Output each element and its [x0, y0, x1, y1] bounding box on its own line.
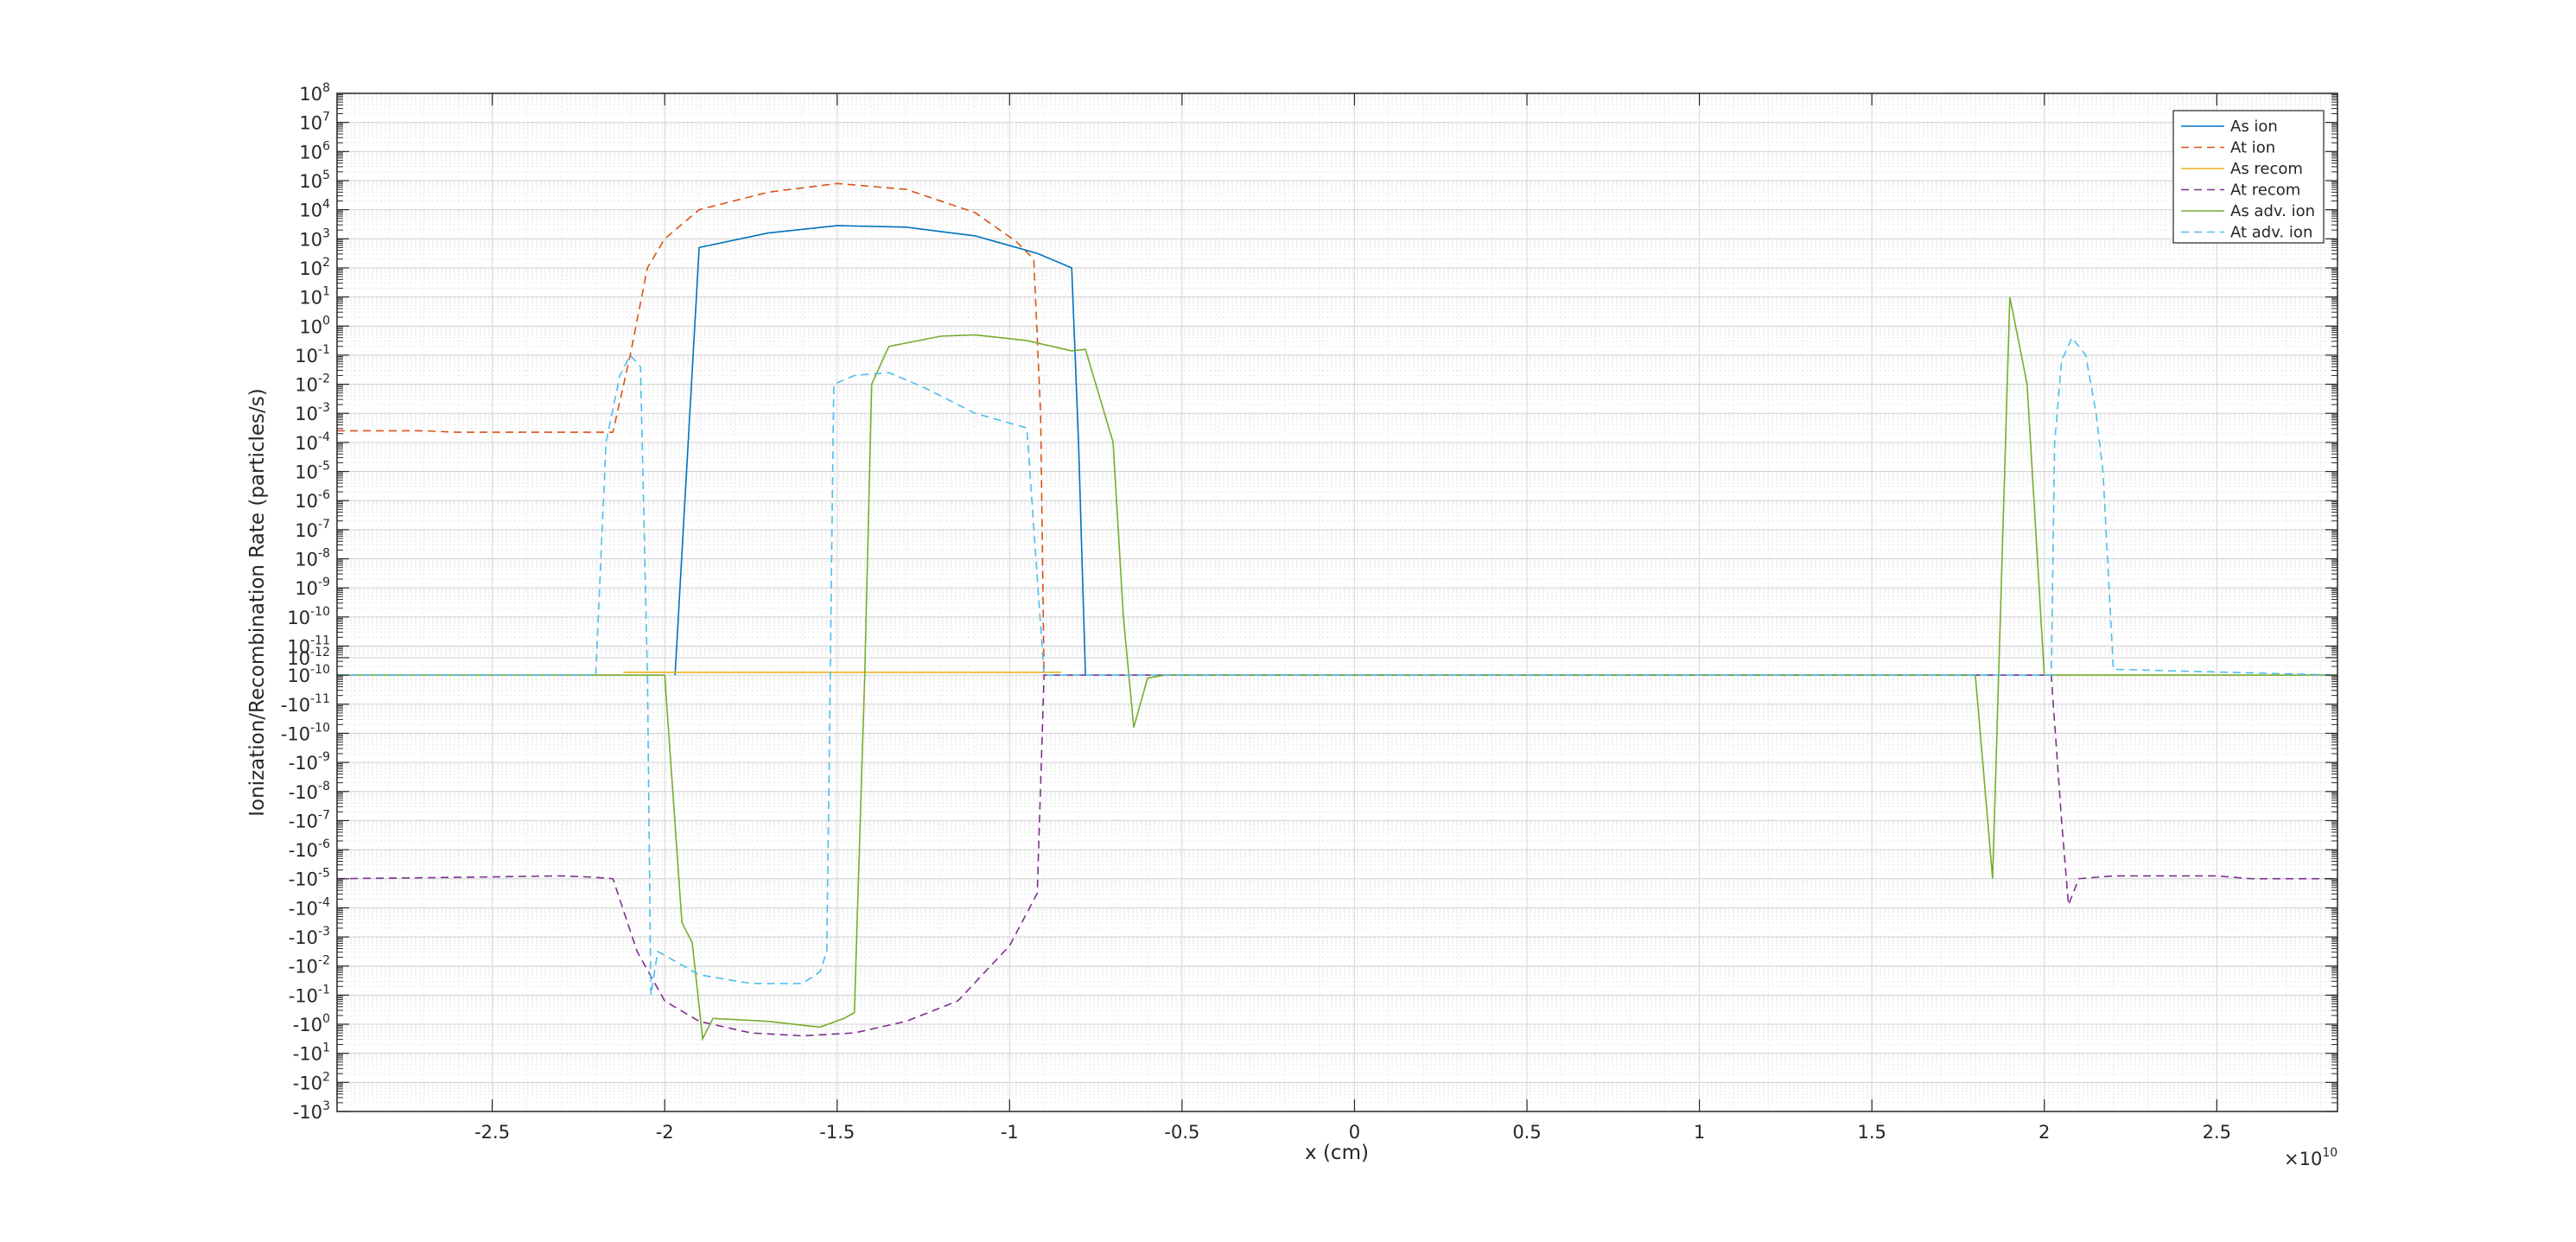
y-tick-base: -10 [281, 695, 310, 716]
y-tick-exponent: -2 [318, 954, 330, 968]
y-tick-exponent: -10 [310, 605, 330, 619]
y-tick-exponent: 0 [322, 1012, 330, 1026]
y-tick-exponent: -3 [318, 925, 330, 939]
y-tick-exponent: -7 [318, 518, 330, 532]
y-tick-base: 10 [287, 608, 310, 628]
y-tick-base: 10 [295, 578, 318, 599]
y-tick-exponent: 3 [322, 226, 330, 240]
y-tick-exponent: -1 [318, 983, 330, 997]
y-tick-exponent: 8 [322, 81, 330, 95]
legend-entry: At recom [2230, 182, 2300, 200]
y-tick-exponent: 6 [322, 139, 330, 153]
y-tick-base: 10 [299, 84, 322, 105]
y-tick-exponent: -5 [318, 460, 330, 474]
legend-entry: As recom [2230, 160, 2303, 178]
x-tick-label: -1 [1001, 1122, 1019, 1143]
x-tick-label: -1.5 [819, 1122, 855, 1143]
legend: As ion At ion As recom At recom As adv. ion A… [2172, 110, 2325, 244]
x-axis-label: x (cm) [1305, 1142, 1369, 1164]
y-tick-base: 10 [299, 142, 322, 162]
y-tick-base: -10 [289, 985, 318, 1006]
y-tick-base: -10 [293, 1102, 322, 1123]
x-tick-label: -2.5 [474, 1122, 510, 1143]
y-tick-base: 10 [295, 462, 318, 483]
y-tick-exponent: -10 [310, 663, 330, 677]
y-tick-exponent: -12 [310, 646, 330, 659]
y-tick-exponent: 3 [322, 1099, 330, 1113]
legend-entry: At adv. ion [2230, 224, 2312, 242]
y-tick-exponent: -8 [318, 780, 330, 793]
y-tick-base: -10 [289, 782, 318, 803]
y-tick-exponent: -9 [318, 576, 330, 589]
y-tick-base: -10 [293, 1073, 322, 1093]
y-tick-base: 10 [299, 229, 322, 250]
y-tick-base: 10 [295, 375, 318, 396]
x-exponent-power: 10 [2322, 1146, 2337, 1160]
y-tick-base: -10 [289, 869, 318, 890]
y-tick-exponent: -6 [318, 488, 330, 502]
y-tick-exponent: -10 [310, 721, 330, 735]
y-tick-base: -10 [289, 957, 318, 978]
y-tick-exponent: -5 [318, 867, 330, 881]
y-tick-base: -10 [289, 753, 318, 774]
y-tick-base: 10 [299, 316, 322, 337]
y-tick-exponent: -11 [310, 692, 330, 706]
y-tick-base: 10 [299, 113, 322, 134]
y-tick-exponent: -9 [318, 750, 330, 764]
y-tick-exponent: -4 [318, 430, 330, 444]
y-tick-exponent: -3 [318, 401, 330, 415]
y-tick-exponent: 5 [322, 169, 330, 182]
x-tick-label: 0.5 [1512, 1122, 1541, 1143]
y-tick-exponent: 0 [322, 314, 330, 328]
y-tick-base: 10 [287, 666, 310, 686]
y-tick-base: -10 [293, 1044, 322, 1065]
y-tick-base: -10 [289, 927, 318, 948]
x-tick-label: 0 [1349, 1122, 1360, 1143]
y-tick-base: 10 [295, 433, 318, 454]
y-tick-exponent: 7 [322, 111, 330, 124]
y-tick-base: -10 [289, 811, 318, 831]
y-tick-base: 10 [295, 550, 318, 570]
y-tick-exponent: -1 [318, 343, 330, 357]
x-tick-label: 1.5 [1857, 1122, 1886, 1143]
x-tick-label: 1 [1694, 1122, 1705, 1143]
y-tick-base: -10 [293, 1015, 322, 1035]
y-tick-exponent: -4 [318, 895, 330, 909]
y-tick-exponent: 1 [322, 1041, 330, 1055]
y-tick-exponent: -7 [318, 808, 330, 822]
x-tick-label: -0.5 [1164, 1122, 1199, 1143]
y-tick-base: 10 [295, 520, 318, 541]
y-tick-exponent: 4 [322, 198, 330, 212]
y-tick-base: -10 [289, 840, 318, 861]
y-tick-base: -10 [289, 898, 318, 919]
y-tick-exponent: 2 [322, 256, 330, 270]
y-tick-base: 10 [299, 171, 322, 192]
legend-entry: As adv. ion [2230, 202, 2315, 220]
y-tick-exponent: -8 [318, 547, 330, 561]
x-tick-label: -2 [656, 1122, 674, 1143]
y-tick-exponent: 2 [322, 1070, 330, 1084]
y-tick-exponent: -2 [318, 373, 330, 386]
y-tick-base: 10 [295, 491, 318, 512]
legend-entry: As ion [2230, 118, 2278, 136]
legend-entry: At ion [2230, 139, 2275, 157]
y-tick-base: -10 [281, 723, 310, 744]
y-tick-base: 10 [295, 346, 318, 366]
x-tick-label: 2 [2039, 1122, 2050, 1143]
y-tick-exponent: 1 [322, 285, 330, 299]
y-tick-base: 10 [299, 288, 322, 309]
x-exponent-base: ×10 [2284, 1149, 2322, 1169]
y-tick-base: 10 [299, 201, 322, 221]
y-tick-base: 10 [295, 404, 318, 424]
chart-figure: -2.5 -2 -1.5 -1 -0.5 0 0.5 1 1.5 2 2.5 10810710610… [0, 0, 2576, 1242]
y-axis-label: Ionization/Recombination Rate (particles… [246, 388, 269, 817]
y-tick-base: 10 [299, 258, 322, 279]
x-tick-label: 2.5 [2203, 1122, 2231, 1143]
y-tick-exponent: -6 [318, 838, 330, 851]
